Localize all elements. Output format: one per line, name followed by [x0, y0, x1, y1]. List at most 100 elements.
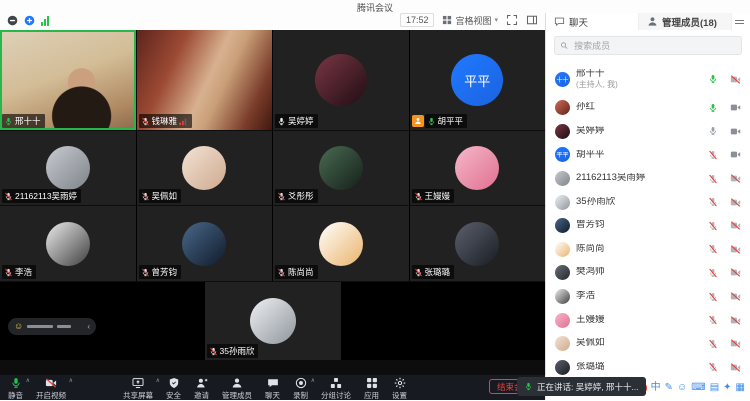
tile-participant-name: 35孙雨欣 [220, 345, 255, 357]
member-mic-icon[interactable] [708, 292, 718, 302]
member-name: 王嫚嫚 [576, 315, 702, 326]
fullscreen-button[interactable] [506, 14, 518, 26]
member-mic-icon[interactable] [708, 362, 718, 372]
ime-icon[interactable]: ⌨ [691, 383, 705, 393]
toolbar-button[interactable]: 聊天 [265, 377, 280, 401]
member-mic-icon[interactable] [708, 268, 718, 278]
member-camera-icon[interactable] [730, 220, 741, 231]
video-tile[interactable]: 平平 胡平平 [410, 30, 546, 130]
ime-icon[interactable]: ▦ [736, 383, 745, 393]
toolbar-button[interactable]: 管理成员 [222, 377, 252, 401]
video-tile[interactable]: 35孙雨欣 [205, 282, 341, 360]
video-tile[interactable]: 21162113吴雨婷 [0, 131, 136, 205]
chevron-up-icon[interactable]: ∧ [311, 377, 315, 384]
member-mic-icon[interactable] [708, 103, 718, 113]
member-camera-icon[interactable] [730, 102, 741, 113]
member-row[interactable]: 十十 邢十十 (主持人, 我) [546, 62, 750, 96]
avatar [46, 222, 90, 266]
video-tile[interactable]: 曾芳钧 [137, 206, 273, 281]
member-row[interactable]: 吴佩如 [546, 332, 750, 356]
member-mic-icon[interactable] [708, 244, 718, 254]
panel-menu-icon[interactable] [732, 20, 750, 24]
toolbar-button[interactable]: ∧ 静音 [8, 377, 23, 401]
security-level-icon[interactable] [24, 15, 35, 26]
video-tile[interactable]: 钱琳雅 [137, 30, 273, 130]
member-name: 邢十十 [576, 69, 702, 80]
ime-icon[interactable]: ✎ [665, 383, 673, 393]
member-row[interactable]: 曾芳钧 [546, 214, 750, 238]
toolbar-button[interactable]: 应用 [364, 377, 379, 401]
video-tile[interactable]: 李浩 [0, 206, 136, 281]
member-mic-icon[interactable] [708, 221, 718, 231]
ime-icon[interactable]: 中 [651, 383, 661, 393]
side-panel-tabs: 聊天 管理成员(18) [545, 13, 750, 31]
member-mic-icon[interactable] [708, 74, 718, 84]
toolbar-button[interactable]: 安全 [166, 377, 181, 401]
member-camera-icon[interactable] [730, 362, 741, 373]
toolbar-button[interactable]: 邀请 [194, 377, 209, 401]
layout-toggle-button[interactable] [526, 14, 538, 26]
chat-preview-overlay[interactable]: ☺ ‹ [8, 318, 96, 335]
toolbar-button-label: 静音 [8, 390, 23, 401]
toolbar-button[interactable]: 分组讨论 [321, 377, 351, 401]
chevron-up-icon[interactable]: ∧ [69, 377, 73, 384]
member-camera-icon[interactable] [730, 338, 741, 349]
member-mic-icon[interactable] [708, 315, 718, 325]
member-mic-icon[interactable] [708, 150, 718, 160]
member-mic-icon[interactable] [708, 339, 718, 349]
member-row[interactable]: 樊鸿帅 [546, 261, 750, 285]
video-tile[interactable]: 邢十十 [0, 30, 136, 130]
speaking-text: 正在讲话: 吴婷婷, 邢十十... [537, 381, 639, 393]
member-camera-icon[interactable] [730, 173, 741, 184]
member-camera-icon[interactable] [730, 126, 741, 137]
member-row[interactable]: 张璐璐 [546, 356, 750, 375]
member-search[interactable] [554, 36, 742, 55]
member-mic-icon[interactable] [708, 174, 718, 184]
ime-icon[interactable]: ▤ [710, 383, 719, 393]
member-camera-icon[interactable] [730, 291, 741, 302]
network-signal-icon[interactable] [41, 16, 49, 26]
tile-label: 王嫚嫚 [412, 189, 455, 203]
member-row[interactable]: 21162113吴雨婷 [546, 167, 750, 191]
member-camera-icon[interactable] [730, 267, 741, 278]
member-camera-icon[interactable] [730, 74, 741, 85]
ime-icon[interactable]: ✦ [723, 383, 731, 393]
chevron-up-icon[interactable]: ∧ [156, 377, 160, 384]
collapse-arrow-icon[interactable]: ‹ [87, 322, 90, 331]
video-tile[interactable]: 张璐璐 [410, 206, 546, 281]
tile-label: 爻彤彤 [275, 189, 318, 203]
chevron-up-icon[interactable]: ∧ [26, 377, 30, 384]
member-row[interactable]: 平平 胡平平 [546, 143, 750, 167]
member-camera-icon[interactable] [730, 315, 741, 326]
tab-members[interactable]: 管理成员(18) [639, 13, 732, 30]
video-tile[interactable]: 吴佩如 [137, 131, 273, 205]
toolbar-button[interactable]: ∧ 录制 [293, 377, 308, 401]
video-tile[interactable]: 陈尚尚 [273, 206, 409, 281]
member-row[interactable]: 李浩 [546, 285, 750, 309]
statusbar-right: 17:52 宫格视图 ▾ [400, 13, 538, 27]
search-input[interactable] [572, 40, 736, 52]
video-tile[interactable]: 爻彤彤 [273, 131, 409, 205]
member-row[interactable]: 孙红 [546, 96, 750, 120]
tile-mic-icon [4, 268, 13, 277]
video-tile[interactable]: 王嫚嫚 [410, 131, 546, 205]
member-row[interactable]: 陈尚尚 [546, 238, 750, 262]
member-mic-icon[interactable] [708, 126, 718, 136]
member-row[interactable]: 王嫚嫚 [546, 308, 750, 332]
view-mode-switcher[interactable]: 宫格视图 ▾ [442, 14, 498, 27]
video-stage: 邢十十 钱琳雅 吴婷婷 [0, 30, 545, 375]
video-tile[interactable]: 吴婷婷 [273, 30, 409, 130]
tab-chat[interactable]: 聊天 [546, 13, 639, 30]
member-row[interactable]: 吴婷婷 [546, 120, 750, 144]
member-camera-icon[interactable] [730, 149, 741, 160]
member-mic-icon[interactable] [708, 197, 718, 207]
avatar [555, 100, 570, 115]
member-camera-icon[interactable] [730, 197, 741, 208]
toolbar-button[interactable]: ∧ 开启视频 [36, 377, 66, 401]
ime-icon[interactable]: ☺ [677, 383, 687, 393]
member-camera-icon[interactable] [730, 244, 741, 255]
toolbar-button[interactable]: ∧ 共享屏幕 [123, 377, 153, 401]
member-row[interactable]: 35孙雨欣 [546, 190, 750, 214]
toolbar-button[interactable]: 设置 [392, 377, 407, 401]
meeting-info-icon[interactable] [7, 15, 18, 26]
